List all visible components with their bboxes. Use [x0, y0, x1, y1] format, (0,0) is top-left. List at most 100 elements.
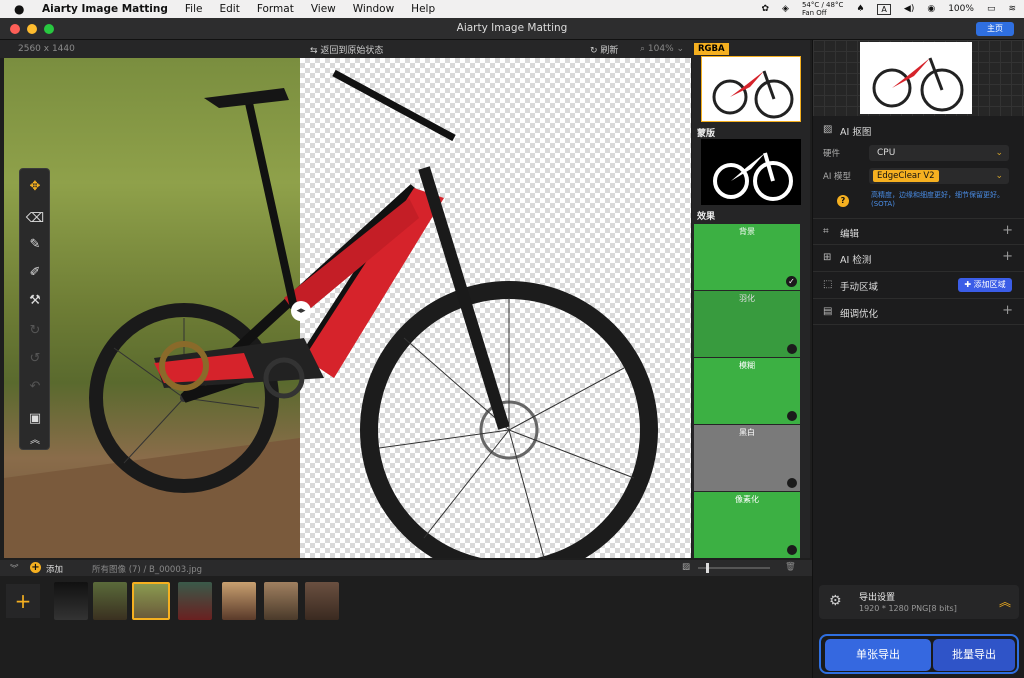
redo-icon[interactable]: ↻ — [25, 321, 45, 341]
gallery-thumbnail[interactable] — [305, 582, 339, 620]
gallery-thumbnail[interactable] — [264, 582, 298, 620]
image-icon[interactable]: ▨ — [682, 562, 690, 572]
revert-button[interactable]: ⇆ 返回到原始状态 — [310, 43, 383, 56]
plus-icon[interactable]: + — [1002, 303, 1013, 318]
creative-cloud-icon[interactable]: ✿ — [761, 4, 769, 14]
section-title: AI 检测 — [840, 255, 872, 266]
apple-icon[interactable]: ● — [14, 2, 28, 16]
add-label[interactable]: 添加 — [46, 563, 63, 575]
move-tool-icon[interactable]: ✥ — [25, 177, 45, 197]
notification-bell-icon[interactable]: ♠ — [856, 4, 864, 14]
gallery-thumbnail[interactable] — [54, 582, 88, 620]
expand-up-icon[interactable]: ︽ — [999, 593, 1011, 610]
menu-help[interactable]: Help — [411, 3, 435, 15]
trash-icon[interactable]: 🗑 — [785, 562, 796, 572]
eraser-tool-icon[interactable]: ⌫ — [25, 209, 45, 229]
export-settings[interactable]: ⚙ 导出设置 1920 * 1280 PNG[8 bits] ︽ — [819, 585, 1019, 619]
effects-label: 效果 — [697, 212, 716, 222]
input-source-indicator[interactable]: A — [877, 3, 891, 15]
menu-view[interactable]: View — [311, 3, 336, 15]
export-settings-icon: ⚙ — [829, 593, 842, 609]
gallery-thumbnail[interactable] — [178, 582, 212, 620]
section-title: 编辑 — [840, 229, 860, 240]
section-title: 手动区域 — [840, 282, 879, 293]
hardware-value: CPU — [877, 148, 896, 158]
slider-knob[interactable] — [706, 563, 709, 573]
fit-view-icon[interactable]: ▣ — [25, 409, 45, 429]
image-canvas[interactable]: ◂▸ — [4, 58, 691, 558]
effect-name: 羽化 — [739, 294, 755, 303]
revert-icon: ⇆ — [310, 45, 321, 56]
menu-app-name[interactable]: Aiarty Image Matting — [42, 3, 168, 15]
home-button[interactable]: 主页 — [976, 22, 1014, 36]
refresh-button[interactable]: ↻ 刷新 — [590, 43, 618, 56]
revert-label: 返回到原始状态 — [320, 45, 384, 56]
collapse-down-icon[interactable]: ︾ — [10, 562, 19, 574]
menu-window[interactable]: Window — [353, 3, 394, 15]
preview-image — [860, 42, 972, 114]
user-icon[interactable]: ◉ — [927, 4, 935, 14]
hardware-select[interactable]: CPU ⌄ — [869, 145, 1009, 161]
gallery-thumbnail[interactable] — [222, 582, 256, 620]
effect-name: 像素化 — [735, 495, 759, 504]
zoom-control[interactable]: ⌕ 104% ⌄ — [640, 44, 684, 54]
undo-icon[interactable]: ↺ — [25, 349, 45, 369]
image-dimensions: 2560 x 1440 — [18, 44, 75, 54]
history-icon[interactable]: ↶ — [25, 377, 45, 397]
add-image-button[interactable]: + — [6, 584, 40, 618]
brush-tool-icon[interactable]: ✎ — [25, 235, 45, 255]
divider — [813, 298, 1024, 299]
effect-pixelate[interactable]: 像素化 — [694, 492, 800, 558]
mask-thumbnail[interactable] — [701, 139, 801, 205]
seatpost — [245, 102, 298, 309]
model-label: AI 模型 — [823, 172, 852, 182]
add-region-button[interactable]: ✚ 添加区域 — [958, 278, 1012, 292]
temperature-readout[interactable]: 54°C / 48°C Fan Off — [802, 1, 843, 17]
help-icon[interactable]: ? — [837, 195, 849, 207]
menu-file[interactable]: File — [185, 3, 203, 15]
plus-icon[interactable]: + — [1002, 223, 1013, 238]
gallery-thumbnail-selected[interactable] — [132, 582, 170, 620]
unselected-dot-icon — [787, 344, 797, 354]
single-export-button[interactable]: 单张导出 — [825, 639, 931, 671]
chevron-down-icon: ⌄ — [995, 171, 1003, 181]
wifi-icon[interactable]: ≋ — [1008, 4, 1016, 14]
plus-icon[interactable]: + — [1002, 249, 1013, 264]
collapse-up-icon[interactable]: ︽ — [25, 431, 45, 451]
rgba-thumbnail[interactable] — [701, 56, 801, 122]
effects-strip: RGBA 蒙版 效果 背景 ✓ 羽化 模糊 黑白 像素化 — [692, 40, 810, 558]
export-buttons: 单张导出 批量导出 — [819, 634, 1019, 674]
window-title-bar: Aiarty Image Matting 主页 — [0, 18, 1024, 40]
add-region-label: 添加区域 — [973, 280, 1006, 289]
unselected-dot-icon — [787, 478, 797, 488]
batch-export-button[interactable]: 批量导出 — [933, 639, 1015, 671]
chevron-down-icon: ⌄ — [673, 44, 685, 54]
region-icon: ⬚ — [823, 279, 833, 290]
menu-edit[interactable]: Edit — [219, 3, 239, 15]
model-value: EdgeClear V2 — [873, 170, 939, 182]
zoom-value: 104% — [647, 44, 674, 54]
settings-panel: ▨ AI 抠图 硬件 CPU ⌄ AI 模型 EdgeClear V2 ⌄ ? … — [812, 40, 1024, 678]
effect-blur[interactable]: 模糊 — [694, 358, 800, 424]
effect-feather[interactable]: 羽化 — [694, 291, 800, 357]
export-spec: 1920 * 1280 PNG[8 bits] — [859, 604, 957, 613]
menu-extras: ✿ ◈ 54°C / 48°C Fan Off ♠ A ◀) ◉ 100% ▭ … — [761, 0, 1016, 18]
gallery-thumbnail[interactable] — [93, 582, 127, 620]
effect-black-white[interactable]: 黑白 — [694, 425, 800, 491]
paint-roller-icon[interactable]: ⚒ — [25, 291, 45, 311]
model-select[interactable]: EdgeClear V2 ⌄ — [869, 168, 1009, 184]
effect-background[interactable]: 背景 ✓ — [694, 224, 800, 290]
gallery-breadcrumb: 所有图像 (7) / B_00003.jpg — [92, 565, 202, 575]
clipboard-app-icon[interactable]: ◈ — [782, 4, 789, 14]
battery-percent[interactable]: 100% — [948, 4, 974, 14]
add-icon[interactable]: + — [30, 562, 41, 573]
menu-format[interactable]: Format — [257, 3, 294, 15]
export-settings-title: 导出设置 — [859, 593, 896, 603]
section-title: AI 抠图 — [840, 127, 872, 138]
volume-icon[interactable]: ◀) — [904, 4, 914, 14]
edit-icon: ⌗ — [823, 226, 829, 237]
restore-brush-icon[interactable]: ✐ — [25, 263, 45, 283]
chevron-down-icon: ⌄ — [995, 148, 1003, 158]
divider — [813, 324, 1024, 325]
split-slider-handle[interactable]: ◂▸ — [291, 301, 311, 321]
